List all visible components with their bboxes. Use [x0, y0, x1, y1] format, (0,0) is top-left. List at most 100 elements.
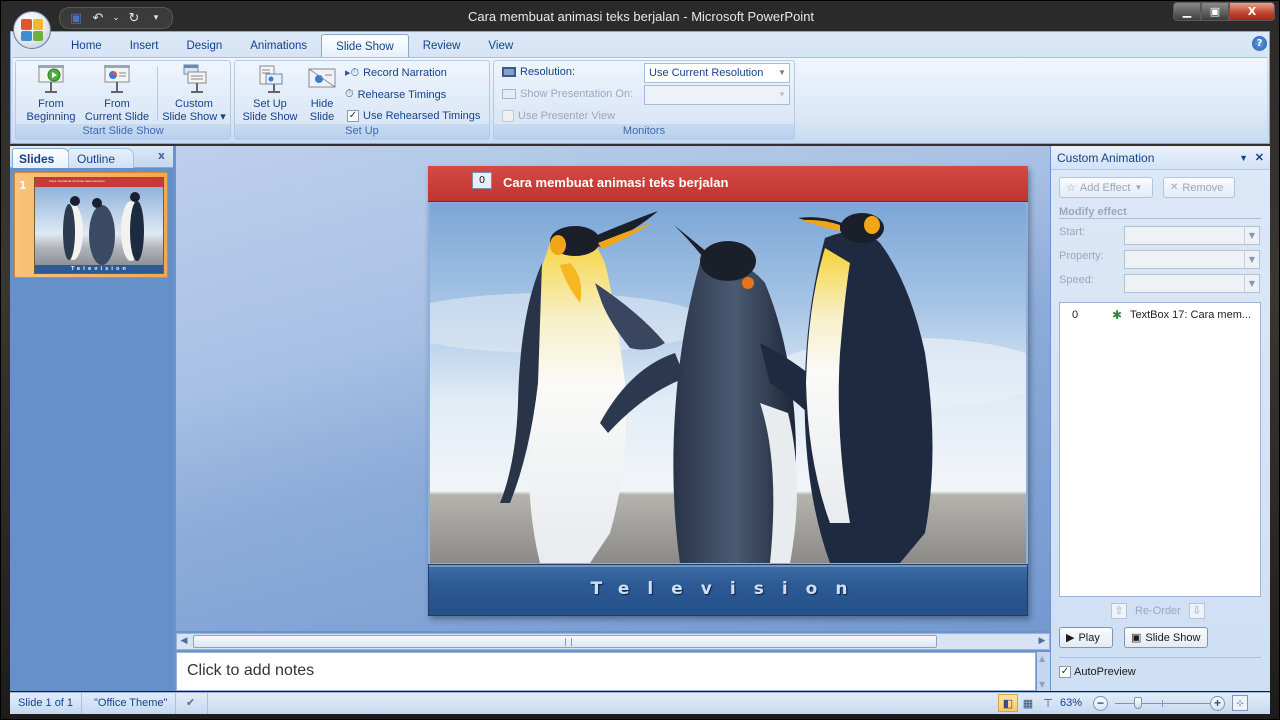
office-button[interactable]	[13, 11, 51, 49]
scroll-up-icon[interactable]: ▲	[1039, 654, 1045, 663]
slide-editing-area: 0 Cara membuat animasi teks berjalan Tel…	[176, 146, 1050, 631]
move-up-icon[interactable]: ⇧	[1111, 603, 1127, 619]
from-beginning-label-2: Beginning	[26, 111, 76, 123]
close-button[interactable]: X	[1229, 2, 1275, 21]
tab-slides[interactable]: Slides	[12, 148, 70, 168]
pane-options-icon[interactable]: ▼	[1239, 146, 1248, 170]
show-presentation-on-dropdown[interactable]: ▼	[644, 85, 790, 105]
slide-number: 1	[19, 179, 27, 192]
close-pane-icon[interactable]: ✕	[1255, 146, 1264, 170]
custom-animation-pane: Custom Animation ▼ ✕ ☆ Add Effect ▼ ✕ Re…	[1051, 146, 1270, 691]
use-presenter-view-checkbox[interactable]: Use Presenter View	[502, 110, 615, 122]
tab-design[interactable]: Design	[172, 34, 236, 58]
set-up-slide-show-button[interactable]: Set Up Slide Show	[237, 64, 303, 124]
theme-name: "Office Theme"	[86, 693, 177, 714]
window-controls: ▁ ▣ X	[1173, 2, 1275, 21]
powerpoint-window: ▣ ↶ ⌄ ↻ ▾ Cara membuat animasi teks berj…	[0, 0, 1280, 720]
from-beginning-button[interactable]: From Beginning	[20, 64, 82, 124]
zoom-slider-thumb[interactable]	[1134, 697, 1142, 709]
thumb-penguins	[35, 187, 163, 265]
custom-show-label-2: Slide Show ▾	[162, 111, 226, 123]
record-narration-button[interactable]: ▸⏱ Record Narration	[345, 66, 447, 80]
slide-sorter-view-icon[interactable]: ▦	[1018, 694, 1038, 712]
ribbon-tabs: Home Insert Design Animations Slide Show…	[11, 32, 1269, 58]
notes-vertical-scrollbar[interactable]: ▲ ▼	[1037, 652, 1050, 691]
play-label: Play	[1078, 631, 1100, 644]
running-text-television[interactable]: Television	[429, 579, 1027, 599]
zoom-in-icon[interactable]: +	[1210, 696, 1225, 711]
add-effect-button[interactable]: ☆ Add Effect ▼	[1059, 177, 1153, 198]
notes-pane[interactable]: Click to add notes	[176, 652, 1036, 691]
zoom-slider-center-tick	[1162, 700, 1163, 707]
tab-slide-show[interactable]: Slide Show	[321, 34, 409, 58]
setup-label-1: Set Up	[253, 98, 287, 110]
stopwatch-mic-icon: ▸⏱	[345, 67, 360, 79]
from-current-slide-button[interactable]: From Current Slide	[82, 64, 152, 124]
close-pane-icon[interactable]: x	[158, 149, 165, 162]
tab-home[interactable]: Home	[57, 34, 116, 58]
checkbox-checked-icon[interactable]: ✓	[347, 110, 359, 122]
fit-to-window-icon[interactable]: ⊹	[1232, 695, 1248, 711]
tab-outline[interactable]: Outline	[68, 148, 134, 168]
hide-slide-label-1: Hide	[310, 98, 334, 110]
tab-insert[interactable]: Insert	[116, 34, 173, 58]
custom-show-icon	[178, 64, 210, 94]
speed-dropdown[interactable]: ▼	[1124, 274, 1260, 293]
scrollbar-thumb[interactable]	[193, 635, 937, 648]
move-down-icon[interactable]: ⇩	[1188, 603, 1205, 619]
tab-animations[interactable]: Animations	[236, 34, 321, 58]
current-slide[interactable]: 0 Cara membuat animasi teks berjalan Tel…	[428, 166, 1028, 616]
remove-button[interactable]: ✕ Remove	[1163, 177, 1235, 198]
animation-list-item[interactable]: 0 ✱ TextBox 17: Cara mem...	[1060, 308, 1260, 325]
normal-view-icon[interactable]: ◧	[998, 694, 1018, 712]
animation-list: 0 ✱ TextBox 17: Cara mem...	[1059, 302, 1261, 597]
help-icon[interactable]: ?	[1252, 36, 1267, 51]
rehearse-timings-button[interactable]: ⏱ Rehearse Timings	[345, 88, 446, 101]
use-rehearsed-timings-checkbox[interactable]: ✓ Use Rehearsed Timings	[347, 110, 480, 122]
spell-check-icon[interactable]: ✔	[178, 693, 208, 714]
slide-thumbnail-1[interactable]: 1 Cara membuat animasi teks berjalan Tel…	[14, 172, 168, 278]
tab-review[interactable]: Review	[409, 34, 475, 58]
resolution-dropdown[interactable]: Use Current Resolution ▼	[644, 63, 790, 83]
minimize-button[interactable]: ▁	[1173, 2, 1201, 21]
checkbox-unchecked-icon[interactable]	[502, 110, 514, 122]
horizontal-scrollbar[interactable]: ◀ ▶	[176, 633, 1050, 650]
property-label: Property:	[1059, 250, 1104, 262]
hide-slide-icon	[306, 64, 338, 94]
scroll-left-icon[interactable]: ◀	[177, 634, 191, 649]
start-dropdown[interactable]: ▼	[1124, 226, 1260, 245]
scroll-right-icon[interactable]: ▶	[1035, 634, 1049, 649]
maximize-button[interactable]: ▣	[1201, 2, 1229, 21]
property-dropdown[interactable]: ▼	[1124, 250, 1260, 269]
penguins-picture[interactable]	[430, 203, 1026, 563]
record-narration-label: Record Narration	[363, 67, 447, 79]
from-current-label-2: Current Slide	[84, 111, 150, 123]
notes-placeholder[interactable]: Click to add notes	[187, 662, 314, 680]
tab-view[interactable]: View	[474, 34, 527, 58]
scroll-down-icon[interactable]: ▼	[1039, 680, 1045, 689]
autopreview-checkbox[interactable]: ✓ AutoPreview	[1059, 666, 1136, 678]
window-title: Cara membuat animasi teks berjalan - Mic…	[467, 9, 815, 24]
projector-current-icon	[101, 64, 133, 94]
chevron-down-icon: ▼	[1244, 227, 1259, 244]
view-buttons: ◧ ▦ ⊤	[998, 694, 1058, 712]
checkbox-checked-icon[interactable]: ✓	[1059, 666, 1071, 678]
slide-title-bar[interactable]: 0 Cara membuat animasi teks berjalan	[428, 166, 1028, 202]
speed-label: Speed:	[1059, 274, 1094, 286]
animation-order-tag[interactable]: 0	[472, 172, 492, 189]
zoom-level[interactable]: 63%	[1060, 693, 1082, 714]
slide-show-view-icon[interactable]: ⊤	[1038, 694, 1058, 712]
play-button[interactable]: ▶ Play	[1059, 627, 1113, 648]
slide-title[interactable]: Cara membuat animasi teks berjalan	[503, 175, 728, 190]
zoom-out-icon[interactable]: −	[1093, 696, 1108, 711]
chevron-down-icon: ▼	[1244, 251, 1259, 268]
minimize-icon: ▁	[1182, 5, 1192, 18]
custom-slide-show-button[interactable]: Custom Slide Show ▾	[160, 64, 228, 124]
chevron-down-icon: ▼	[1244, 275, 1259, 292]
slide-footer-bar[interactable]: Television	[428, 564, 1028, 616]
slide-show-label: Slide Show	[1145, 631, 1201, 644]
show-presentation-on-label-row: Show Presentation On:	[502, 88, 633, 100]
slide-show-button[interactable]: ▣ Slide Show	[1124, 627, 1208, 648]
office-logo-icon	[21, 19, 43, 41]
hide-slide-button[interactable]: Hide Slide	[303, 64, 341, 124]
